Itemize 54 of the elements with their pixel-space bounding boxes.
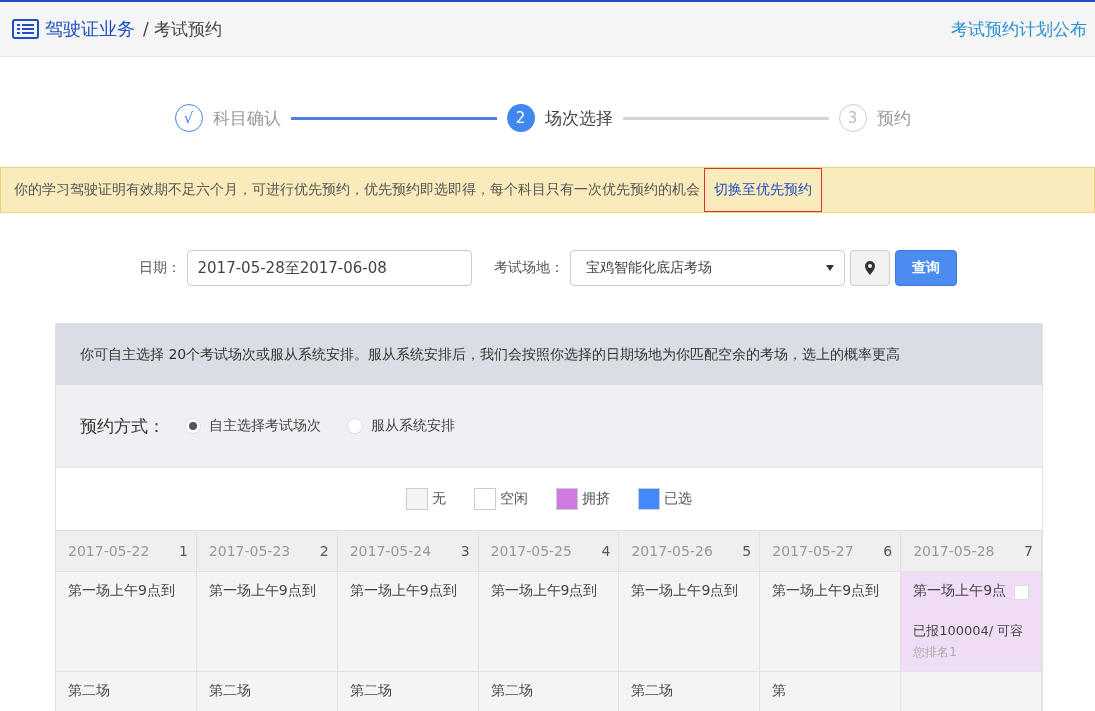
- step-label: 场次选择: [544, 106, 613, 130]
- session-title: 第一场上午9点到: [631, 582, 739, 600]
- header-date: 2017-05-24: [349, 543, 432, 559]
- session-title: 第一场上午9点到: [349, 582, 457, 600]
- legend-label: 无: [432, 490, 446, 508]
- session-title: 第二场: [68, 682, 110, 700]
- legend-label: 拥挤: [582, 490, 610, 508]
- session-checkbox[interactable]: [1014, 585, 1029, 600]
- session-title: 第一场上午9点到: [208, 582, 316, 600]
- header-date: 2017-05-23: [208, 543, 291, 559]
- page-title: / 考试预约: [143, 17, 223, 41]
- header-index: 6: [883, 543, 893, 559]
- session-title: 第一场上午9点: [913, 582, 1007, 600]
- notice-text: 你的学习驾驶证明有效期不足六个月，可进行优先预约，优先预约即选即得，每个科目只有一次优先预约的机会: [14, 181, 700, 199]
- priority-link[interactable]: 切换至优先预约: [704, 168, 822, 212]
- session-title: 第一场上午9点到: [490, 582, 598, 600]
- session-title: 第二场: [631, 682, 674, 700]
- dropdown-caret-icon: [825, 265, 834, 271]
- step-label: 预约: [876, 106, 911, 130]
- map-pin-button[interactable]: [849, 250, 890, 286]
- list-icon: [12, 19, 39, 39]
- session-rank: 您排名1: [913, 644, 958, 661]
- header-index: 3: [460, 543, 470, 559]
- step-label: 科目确认: [212, 106, 281, 130]
- section-title: 驾驶证业务: [45, 17, 135, 41]
- mode-radio[interactable]: 自主选择考试场次: [185, 417, 321, 435]
- step-number: 2: [506, 104, 535, 132]
- mode-radio[interactable]: 服从系统安排: [347, 417, 455, 435]
- header-index: 2: [319, 543, 329, 559]
- header-date: 2017-05-28: [913, 543, 995, 559]
- header-index: 4: [601, 543, 611, 559]
- venue-label: 考试场地：: [493, 259, 564, 277]
- info-text: 你可自主选择 20个考试场次或服从系统安排。服从系统安排后，我们会按照你选择的日期场地为你匹配空余的考场，选上的概率更高: [56, 324, 1042, 385]
- date-field[interactable]: 2017-05-28至2017-06-08: [186, 250, 472, 286]
- session-count: 已报100004/ 可容: [913, 622, 1025, 640]
- session-title: 第二场: [490, 682, 533, 700]
- session-title: 第: [772, 682, 787, 700]
- header-index: 5: [742, 543, 752, 559]
- header-date: 2017-05-22: [68, 543, 150, 559]
- session-title: 第一场上午9点到: [68, 582, 175, 600]
- legend-label: 空闲: [500, 490, 528, 508]
- header-index: 1: [178, 543, 188, 559]
- header-date: 2017-05-27: [772, 543, 854, 559]
- session-title: 第二场: [349, 682, 392, 700]
- header-date: 2017-05-26: [631, 543, 713, 559]
- mode-label: 预约方式：: [80, 414, 165, 438]
- session-title: 第二场: [208, 682, 251, 700]
- date-label: 日期：: [138, 259, 181, 277]
- header-date: 2017-05-25: [490, 543, 572, 559]
- legend-label: 已选: [664, 490, 692, 508]
- map-pin-icon: [864, 261, 875, 275]
- header-index: 7: [1024, 543, 1033, 559]
- venue-select[interactable]: 宝鸡智能化底店考场: [569, 250, 845, 286]
- session-title: 第一场上午9点到: [772, 582, 880, 600]
